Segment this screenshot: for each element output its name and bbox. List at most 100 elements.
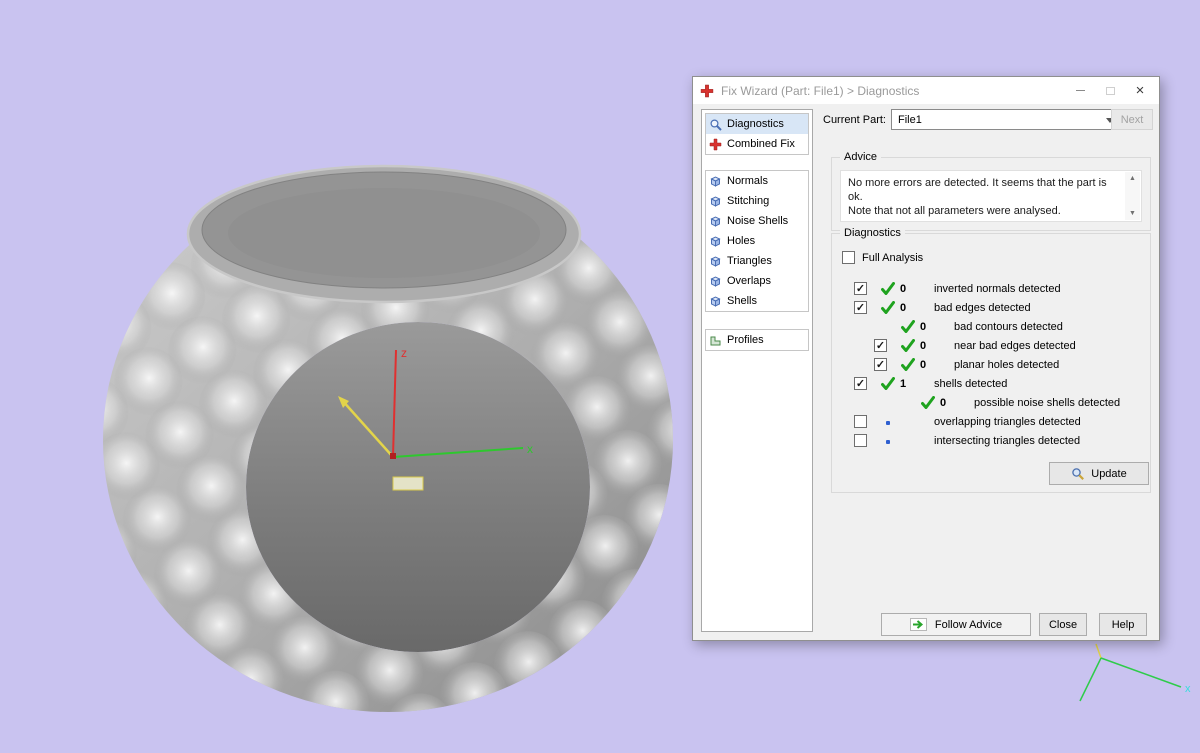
close-window-button[interactable]: ×: [1125, 77, 1155, 104]
sidebar-item-diagnostics[interactable]: Diagnostics: [706, 114, 808, 134]
advice-text: No more errors are detected. It seems th…: [841, 171, 1141, 218]
full-analysis-label: Full Analysis: [862, 252, 924, 264]
scroll-down-icon[interactable]: ▼: [1129, 210, 1136, 217]
advice-scrollbar[interactable]: ▲ ▼: [1125, 172, 1140, 220]
minimize-button[interactable]: [1065, 77, 1095, 104]
diagnostic-checkbox[interactable]: ✓: [874, 358, 887, 371]
cube-icon: [709, 195, 722, 208]
diagnostic-count: 0: [900, 283, 907, 295]
diagnostic-row: ✓ 0 near bad edges detected: [846, 337, 1140, 356]
diagnostic-label: bad edges detected: [934, 302, 1031, 314]
advice-group: Advice No more errors are detected. It s…: [831, 151, 1151, 231]
sidebar-item-label: Combined Fix: [727, 138, 795, 150]
sidebar-item-label: Stitching: [727, 195, 770, 207]
diagnostic-checkbox[interactable]: ✓: [854, 377, 867, 390]
diagnostic-checkbox[interactable]: ✓: [854, 282, 867, 295]
advice-group-label: Advice: [840, 151, 882, 163]
diagnostic-checkbox[interactable]: [854, 415, 867, 428]
diagnostic-count: 0: [920, 359, 927, 371]
wizard-content: Current Part: File1 Next Advice No more …: [821, 109, 1153, 632]
green-check-icon: [901, 358, 915, 374]
diagnostic-count: 0: [900, 302, 907, 314]
sidebar-item-label: Noise Shells: [727, 215, 789, 227]
dialog-titlebar[interactable]: Fix Wizard (Part: File1) > Diagnostics ×: [693, 77, 1159, 104]
close-button[interactable]: Close: [1039, 613, 1087, 636]
cube-icon: [709, 175, 722, 188]
magnifier-icon: [1071, 467, 1085, 481]
cube-icon: [709, 215, 722, 228]
fix-wizard-dialog: Fix Wizard (Part: File1) > Diagnostics ×…: [692, 76, 1160, 641]
green-check-icon: [921, 396, 935, 412]
maximize-button[interactable]: [1095, 77, 1125, 104]
blue-dot-icon: [886, 440, 890, 444]
sidebar-item-stitching[interactable]: Stitching: [706, 191, 808, 211]
diagnostic-count: 0: [920, 340, 927, 352]
help-button[interactable]: Help: [1099, 613, 1147, 636]
x-axis-label: x: [527, 442, 533, 456]
diagnostic-label: planar holes detected: [954, 359, 1060, 371]
red-cross-icon: [709, 138, 722, 151]
z-axis-label: z: [401, 346, 407, 360]
sidebar-item-normals[interactable]: Normals: [706, 171, 808, 191]
green-check-icon: [881, 377, 895, 393]
diagnostic-count: 0: [940, 397, 947, 409]
current-part-dropdown[interactable]: File1: [891, 109, 1121, 130]
sidebar-item-label: Diagnostics: [727, 118, 784, 130]
diagnostic-row: 0 bad contours detected: [846, 318, 1140, 337]
advice-box: No more errors are detected. It seems th…: [840, 170, 1142, 222]
diagnostic-label: possible noise shells detected: [974, 397, 1121, 409]
cube-icon: [709, 235, 722, 248]
world-x-axis-label: x: [1185, 683, 1191, 695]
diagnostic-row: ✓ 1 shells detected: [846, 375, 1140, 394]
sidebar-item-combined-fix[interactable]: Combined Fix: [706, 134, 808, 154]
scroll-up-icon[interactable]: ▲: [1129, 175, 1136, 182]
diagnostic-checkbox[interactable]: ✓: [874, 339, 887, 352]
green-check-icon: [881, 282, 895, 298]
blue-dot-icon: [886, 421, 890, 425]
follow-advice-button[interactable]: Follow Advice: [881, 613, 1031, 636]
sidebar-item-label: Overlaps: [727, 275, 772, 287]
current-part-label: Current Part:: [823, 114, 886, 126]
follow-advice-label: Follow Advice: [934, 618, 1003, 631]
diagnostic-row: 0 possible noise shells detected: [846, 394, 1140, 413]
diagnostics-rows: ✓ 0 inverted normals detected ✓ 0 bad edges d…: [846, 280, 1140, 455]
cube-icon: [709, 275, 722, 288]
origin-tag: [392, 476, 424, 491]
sidebar-group: Normals Stitching Noise Shells Holes Triangl…: [705, 170, 809, 312]
diagnostic-checkbox[interactable]: [854, 434, 867, 447]
fix-wizard-icon: [700, 84, 714, 98]
sidebar-item-triangles[interactable]: Triangles: [706, 251, 808, 271]
diagnostic-checkbox[interactable]: ✓: [854, 301, 867, 314]
sidebar-item-label: Holes: [727, 235, 756, 247]
sidebar-item-profiles[interactable]: Profiles: [706, 330, 808, 350]
diagnostic-count: 1: [900, 378, 907, 390]
green-check-icon: [901, 339, 915, 355]
sidebar-item-shells[interactable]: Shells: [706, 291, 808, 311]
full-analysis-checkbox[interactable]: [842, 251, 855, 264]
sidebar-item-label: Normals: [727, 175, 768, 187]
follow-advice-arrow-icon: [909, 618, 927, 631]
search-icon: [709, 118, 722, 131]
diagnostic-row: ✓ 0 planar holes detected: [846, 356, 1140, 375]
sidebar-item-overlaps[interactable]: Overlaps: [706, 271, 808, 291]
current-part-value: File1: [898, 113, 922, 126]
ring-model: [103, 164, 673, 712]
sidebar-item-label: Triangles: [727, 255, 772, 267]
sidebar-item-label: Shells: [727, 295, 757, 307]
diagnostic-row: ✓ 0 inverted normals detected: [846, 280, 1140, 299]
sidebar-item-holes[interactable]: Holes: [706, 231, 808, 251]
maximize-icon: [1105, 86, 1115, 95]
sidebar-group: Diagnostics Combined Fix: [705, 113, 809, 155]
sidebar-group: Profiles: [705, 329, 809, 351]
diagnostic-count: 0: [920, 321, 927, 333]
diagnostic-label: inverted normals detected: [934, 283, 1061, 295]
diagnostic-row: ✓ 0 bad edges detected: [846, 299, 1140, 318]
green-check-icon: [881, 301, 895, 317]
next-button[interactable]: Next: [1111, 109, 1153, 130]
update-button[interactable]: Update: [1049, 462, 1149, 485]
update-button-label: Update: [1091, 467, 1127, 480]
green-check-icon: [901, 320, 915, 336]
advice-line-1: No more errors are detected. It seems th…: [848, 177, 1107, 203]
sidebar-item-label: Profiles: [727, 334, 764, 346]
sidebar-item-noise-shells[interactable]: Noise Shells: [706, 211, 808, 231]
